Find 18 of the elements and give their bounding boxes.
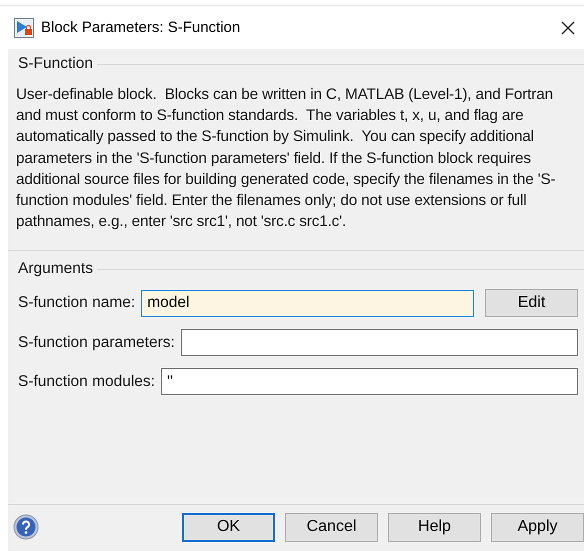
field-label: S-function name: (18, 294, 136, 312)
dialog-button[interactable]: Help (388, 512, 481, 542)
dialog-button[interactable]: Cancel (285, 512, 378, 542)
description-text: User-definable block. Blocks can be written in C, MATLAB (Level-1), and Fortran and must conform to S-function standards. The variables t, x, u, and flag are automatically passed to the S-function by Simulink. You can specify additional parameters in the 'S-function parameters' field. If the S-function block requires additional source files for building generated code, specify the filenames in the 'S-function modules' field. Enter the filenames only; do not use extensions or full pathnames, e.g., enter 'src src1', not 'src.c src1.c'. (16, 85, 556, 232)
dialog-button[interactable]: OK (182, 512, 275, 542)
block-icon (14, 18, 34, 38)
edit-button[interactable]: Edit (485, 289, 578, 318)
text-field[interactable] (180, 329, 578, 356)
text-field[interactable]: '' (161, 368, 578, 396)
close-icon[interactable] (561, 20, 575, 34)
section-title: S-Function (18, 55, 93, 73)
help-icon[interactable] (13, 514, 39, 540)
section-title: Arguments (18, 260, 93, 278)
field-label: S-function modules: (18, 372, 155, 391)
window-title: Block Parameters: S-Function (41, 19, 242, 36)
field-label: S-function parameters: (18, 334, 175, 352)
dialog-button[interactable]: Apply (491, 512, 584, 542)
text-field[interactable]: model (141, 290, 474, 317)
